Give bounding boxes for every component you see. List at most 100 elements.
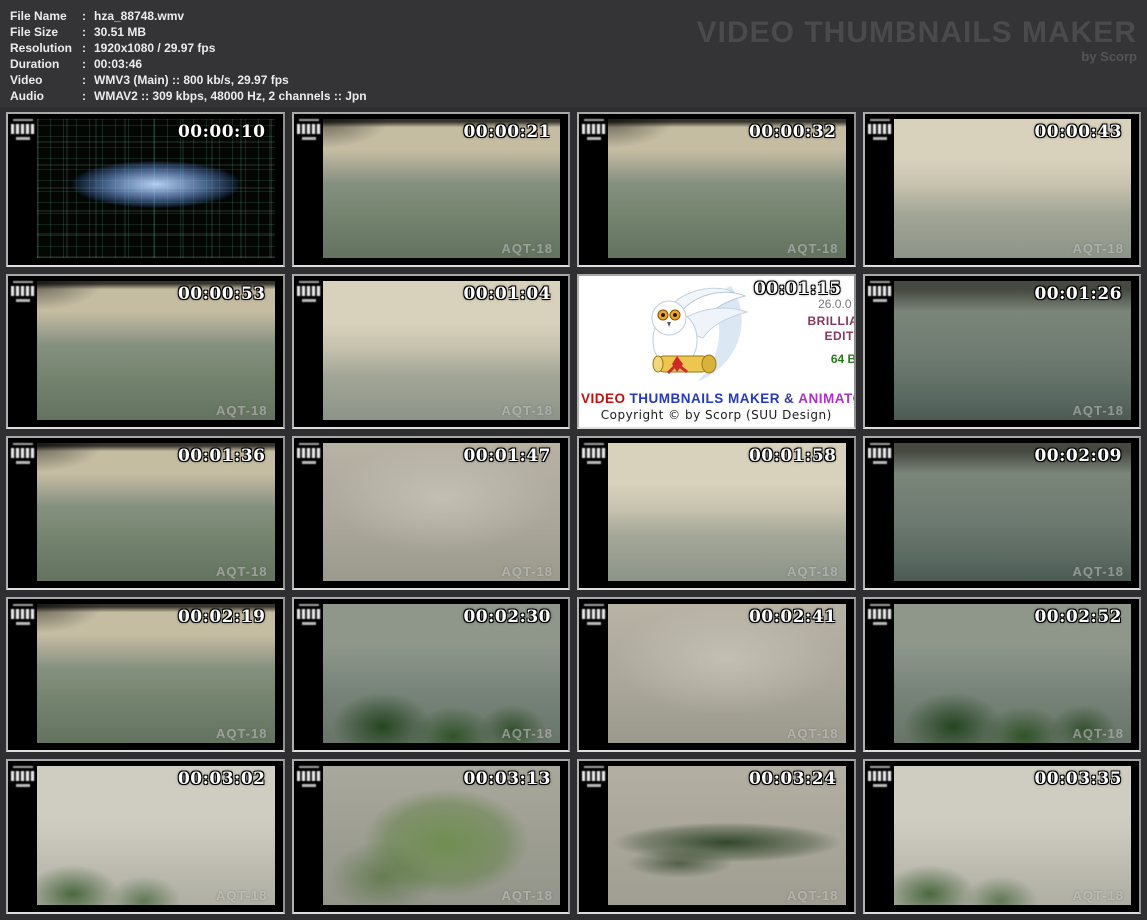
frame-watermark: AQT-18 bbox=[1072, 402, 1124, 418]
frame-watermark: AQT-18 bbox=[215, 564, 268, 580]
video-thumbnail: AQT-18 00:02:09 bbox=[862, 435, 1141, 591]
video-thumbnail: AQT-18 00:01:58 bbox=[577, 435, 856, 591]
frame-stamp-icon bbox=[866, 764, 893, 789]
app-watermark-title: VIDEO THUMBNAILS MAKER bbox=[696, 16, 1137, 49]
video-thumbnail: AQT-18 00:01:26 bbox=[862, 273, 1141, 429]
video-thumbnail: AQT-18 00:03:35 bbox=[862, 759, 1141, 914]
timestamp-overlay: 00:01:04 bbox=[463, 283, 551, 304]
frame-watermark: AQT-18 bbox=[501, 402, 553, 418]
frame-watermark: AQT-18 bbox=[1072, 564, 1124, 580]
video-thumbnail: AQT-18 00:03:13 bbox=[291, 759, 570, 914]
metadata-line: Duration:00:03:46 bbox=[10, 56, 367, 72]
timestamp-overlay: 00:01:15 bbox=[753, 278, 842, 299]
timestamp-overlay: 00:02:52 bbox=[1034, 607, 1122, 628]
frame-stamp-icon bbox=[866, 440, 893, 465]
thumbnail-grid: AQT-1800:00:10AQT-1800:00:21AQT-1800:00:… bbox=[0, 107, 1147, 920]
metadata-label: File Size bbox=[10, 25, 59, 39]
frame-placeholder: AQT-18 00:03:13 bbox=[322, 766, 560, 905]
metadata-value: 30.51 MB bbox=[94, 25, 147, 39]
timestamp-overlay: 00:02:41 bbox=[748, 607, 837, 628]
timestamp-overlay: 00:01:26 bbox=[1034, 283, 1122, 304]
frame-placeholder: AQT-18 00:01:04 bbox=[322, 280, 560, 420]
video-thumbnail: AQT-18 00:02:52 bbox=[862, 597, 1141, 753]
video-thumbnail: AQT-18 00:00:43 bbox=[862, 112, 1141, 267]
frame-placeholder: AQT-18 00:02:41 bbox=[608, 604, 846, 744]
timestamp-overlay: 00:02:09 bbox=[1034, 445, 1122, 466]
metadata-separator: : bbox=[82, 41, 86, 55]
frame-watermark: AQT-18 bbox=[501, 888, 553, 903]
frame-watermark: AQT-18 bbox=[215, 402, 268, 418]
frame-watermark: AQT-18 bbox=[786, 726, 839, 742]
timestamp-overlay: 00:00:10 bbox=[177, 122, 266, 142]
metadata-separator: : bbox=[82, 73, 86, 87]
timestamp-overlay: 00:02:30 bbox=[463, 607, 551, 628]
timestamp-overlay: 00:03:35 bbox=[1034, 769, 1122, 790]
frame-placeholder: AQT-18 00:01:36 bbox=[37, 442, 275, 582]
frame-stamp-icon bbox=[295, 440, 322, 465]
metadata-separator: : bbox=[82, 9, 86, 23]
video-thumbnail: AQT-18 00:00:53 bbox=[6, 273, 285, 429]
video-thumbnail: AQT-18 00:03:02 bbox=[6, 759, 285, 914]
frame-stamp-icon bbox=[10, 117, 36, 141]
frame-placeholder: AQT-18 00:02:19 bbox=[37, 604, 275, 744]
frame-stamp-icon bbox=[581, 602, 607, 627]
metadata-label: Resolution bbox=[10, 41, 72, 55]
timestamp-overlay: 00:00:43 bbox=[1034, 122, 1122, 142]
metadata-label: Audio bbox=[10, 89, 44, 103]
frame-placeholder: AQT-18 00:02:30 bbox=[322, 604, 560, 744]
frame-placeholder: AQT-18 00:00:43 bbox=[893, 119, 1131, 258]
frame-stamp-icon bbox=[866, 278, 893, 303]
logo-title-line: VIDEOTHUMBNAILS MAKER&ANIMATOR bbox=[579, 391, 854, 406]
timestamp-overlay: 00:03:02 bbox=[177, 769, 266, 790]
logo-card: 00:01:1526.0.0 BRILLIANEDITIO 64 BI VIDEOTH… bbox=[579, 275, 854, 427]
metadata-value: hza_88748.wmv bbox=[94, 9, 185, 23]
video-thumbnail: AQT-1800:00:10 bbox=[6, 112, 285, 267]
frame-stamp-icon bbox=[10, 602, 36, 627]
frame-watermark: AQT-18 bbox=[786, 888, 839, 903]
metadata-separator: : bbox=[82, 25, 86, 39]
app-watermark-subtitle: by Scorp bbox=[1081, 49, 1137, 64]
timestamp-overlay: 00:02:19 bbox=[177, 607, 266, 628]
edition-label-line2: EDITIO bbox=[824, 328, 854, 343]
timestamp-overlay: 00:00:32 bbox=[748, 122, 837, 142]
frame-stamp-icon bbox=[295, 278, 322, 303]
frame-watermark: AQT-18 bbox=[215, 726, 268, 742]
frame-stamp-icon bbox=[10, 278, 36, 303]
frame-watermark: AQT-18 bbox=[501, 564, 553, 580]
frame-placeholder: AQT-18 00:03:35 bbox=[893, 766, 1131, 905]
frame-watermark: AQT-18 bbox=[786, 564, 839, 580]
frame-stamp-icon bbox=[581, 117, 607, 141]
metadata-separator: : bbox=[82, 57, 86, 71]
logo-title-part: VIDEO bbox=[581, 390, 626, 406]
frame-placeholder: AQT-18 00:01:58 bbox=[608, 442, 846, 582]
logo-title-part: ANIMATOR bbox=[798, 390, 853, 406]
frame-watermark: AQT-18 bbox=[215, 888, 268, 903]
frame-watermark: AQT-18 bbox=[1072, 240, 1124, 256]
timestamp-overlay: 00:01:47 bbox=[463, 445, 551, 466]
metadata-value: WMAV2 :: 309 kbps, 48000 Hz, 2 channels … bbox=[94, 89, 367, 103]
app-logo-thumbnail: 00:01:1526.0.0 BRILLIANEDITIO 64 BI VIDEOTH… bbox=[577, 273, 856, 429]
frame-watermark: AQT-18 bbox=[1072, 726, 1124, 742]
metadata-label: Video bbox=[10, 73, 43, 87]
frame-placeholder: AQT-18 00:00:53 bbox=[37, 280, 275, 420]
metadata-label: File Name bbox=[10, 9, 67, 23]
video-thumbnail: AQT-18 00:01:47 bbox=[291, 435, 570, 591]
frame-placeholder: AQT-18 00:03:02 bbox=[37, 766, 275, 905]
app-watermark: VIDEO THUMBNAILS MAKER by Scorp bbox=[696, 16, 1137, 65]
frame-placeholder: AQT-18 00:02:52 bbox=[893, 604, 1131, 744]
timestamp-overlay: 00:01:58 bbox=[748, 445, 837, 466]
frame-placeholder: AQT-18 00:01:26 bbox=[893, 280, 1131, 420]
frame-watermark: AQT-18 bbox=[786, 240, 839, 256]
metadata-line: File Size:30.51 MB bbox=[10, 24, 367, 40]
metadata-line: File Name: hza_88748.wmv bbox=[10, 8, 367, 24]
frame-stamp-icon bbox=[295, 764, 322, 789]
metadata-line: Video: WMV3 (Main) :: 800 kb/s, 29.97 fps bbox=[10, 72, 367, 88]
logo-title-part: THUMBNAILS MAKER bbox=[629, 390, 781, 406]
file-metadata-block: File Name: hza_88748.wmv File Size:30.51 M… bbox=[10, 8, 367, 104]
logo-title-part: & bbox=[784, 390, 795, 406]
timestamp-overlay: 00:01:36 bbox=[177, 445, 266, 466]
metadata-line: Resolution:1920x1080 / 29.97 fps bbox=[10, 40, 367, 56]
frame-stamp-icon bbox=[295, 117, 322, 141]
version-label: 26.0.0 bbox=[818, 296, 852, 311]
frame-watermark: AQT-18 bbox=[501, 726, 553, 742]
